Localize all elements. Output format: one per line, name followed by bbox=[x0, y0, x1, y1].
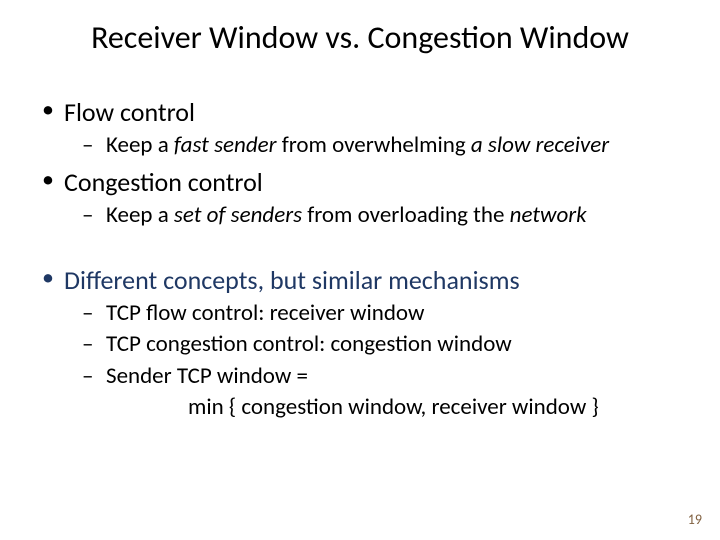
text: from overloading the bbox=[302, 201, 510, 229]
bullet-congestion-control: Congestion control bbox=[38, 166, 690, 198]
text: Keep a bbox=[106, 201, 174, 229]
page-number: 19 bbox=[688, 511, 702, 528]
text-italic: network bbox=[510, 201, 587, 229]
slide-title: Receiver Window vs. Congestion Window bbox=[0, 18, 720, 57]
bullet-tcp-congestion: TCP congestion control: congestion windo… bbox=[38, 330, 690, 359]
bullet-sender-window: Sender TCP window = bbox=[38, 362, 690, 391]
bullet-different-concepts: Different concepts, but similar mechanis… bbox=[38, 264, 690, 296]
bullet-flow-control: Flow control bbox=[38, 96, 690, 128]
bullet-flow-control-sub: Keep a fast sender from overwhelming a s… bbox=[38, 131, 690, 160]
bullet-tcp-flow: TCP flow control: receiver window bbox=[38, 299, 690, 328]
slide: Receiver Window vs. Congestion Window Fl… bbox=[0, 0, 720, 540]
text: from overwhelming bbox=[277, 131, 471, 159]
text-italic: a slow receiver bbox=[471, 131, 609, 159]
text-italic: set of senders bbox=[174, 201, 302, 229]
text: Keep a bbox=[106, 131, 174, 159]
slide-body: Flow control Keep a fast sender from ove… bbox=[38, 90, 690, 421]
text-italic: fast sender bbox=[174, 131, 277, 159]
formula-min: min { congestion window, receiver window… bbox=[38, 393, 690, 421]
bullet-congestion-control-sub: Keep a set of senders from overloading t… bbox=[38, 201, 690, 230]
